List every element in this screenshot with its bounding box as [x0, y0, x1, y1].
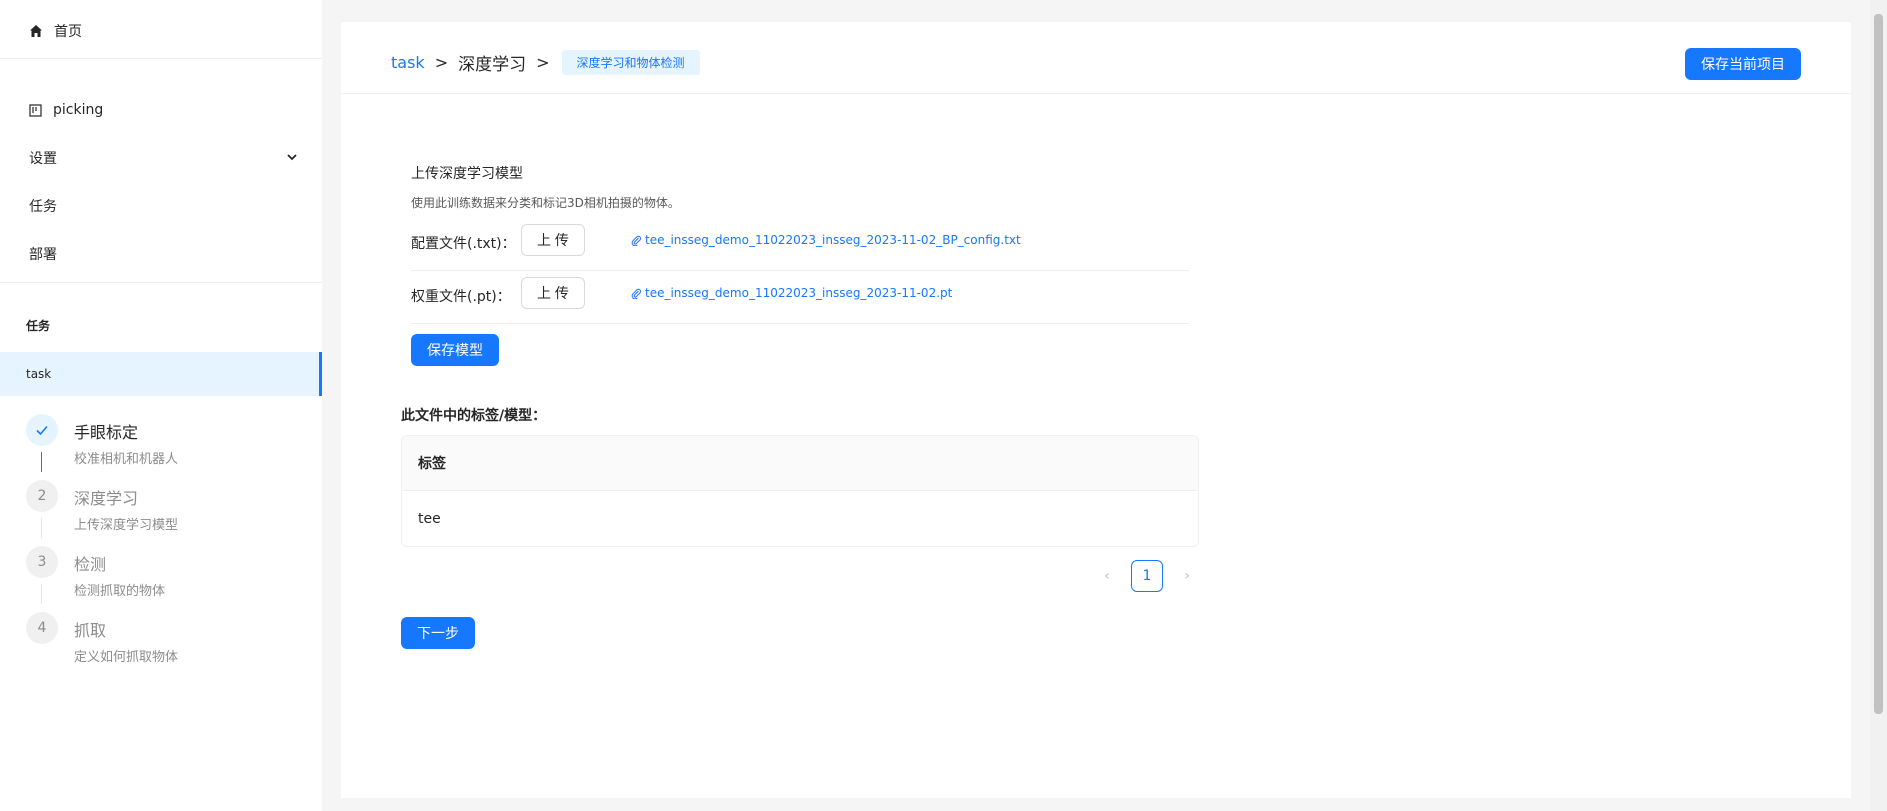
paperclip-icon	[631, 235, 641, 246]
table-header: 标签	[402, 436, 1198, 491]
config-file-label: 配置文件(.txt)：	[411, 236, 516, 252]
sidebar-item-label: 任务	[29, 199, 57, 215]
step-connector	[41, 452, 42, 472]
config-upload-button[interactable]: 上 传	[521, 224, 585, 256]
page-number[interactable]: 1	[1131, 560, 1163, 592]
step-deep-learning[interactable]: 2 深度学习 上传深度学习模型	[26, 480, 286, 546]
page-header: task > 深度学习 > 深度学习和物体检测 保存当前项目	[341, 22, 1851, 94]
step-title: 手眼标定	[74, 423, 139, 442]
config-file-link[interactable]: tee_insseg_demo_11022023_insseg_2023-11-…	[631, 233, 1021, 247]
sidebar-item-label: picking	[53, 102, 104, 118]
sidebar-item-task[interactable]: task	[0, 352, 322, 396]
save-model-button[interactable]: 保存模型	[411, 334, 499, 366]
weight-file-label: 权重文件(.pt)：	[411, 289, 511, 305]
step-desc: 上传深度学习模型	[74, 518, 179, 533]
tags-title: 此文件中的标签/模型：	[401, 408, 547, 424]
breadcrumb-separator: >	[434, 53, 449, 72]
step-title: 抓取	[74, 621, 107, 640]
sidebar-item-picking[interactable]: picking	[0, 86, 322, 134]
paperclip-icon	[631, 288, 641, 299]
breadcrumb-task-link[interactable]: task	[391, 53, 425, 72]
weight-file-row: 权重文件(.pt)： 上 传 tee_insseg_demo_11022023_…	[411, 271, 1189, 324]
step-number: 4	[26, 612, 58, 644]
pagination: ‹ 1 ›	[1091, 560, 1203, 592]
step-desc: 定义如何抓取物体	[74, 650, 179, 665]
weight-file-name: tee_insseg_demo_11022023_insseg_2023-11-…	[645, 286, 953, 300]
upload-model-title: 上传深度学习模型	[411, 166, 523, 182]
sidebar-item-label: 设置	[29, 151, 57, 167]
step-detection[interactable]: 3 检测 检测抓取的物体	[26, 546, 286, 612]
step-title: 检测	[74, 555, 107, 574]
sidebar-item-tasks[interactable]: 任务	[0, 182, 322, 230]
sidebar-item-home[interactable]: 首页	[0, 3, 322, 59]
step-number: 2	[26, 480, 58, 512]
project-icon	[29, 103, 42, 117]
breadcrumb-current: 深度学习	[458, 55, 527, 75]
breadcrumb-separator: >	[536, 53, 550, 72]
scrollbar-thumb[interactable]	[1874, 14, 1883, 714]
main-panel: task > 深度学习 > 深度学习和物体检测 保存当前项目 上传深度学习模型 …	[341, 22, 1851, 798]
tags-table: 标签 tee	[401, 435, 1199, 547]
check-icon	[36, 425, 48, 436]
config-file-row: 配置文件(.txt)： 上 传 tee_insseg_demo_11022023…	[411, 218, 1189, 271]
weight-upload-button[interactable]: 上 传	[521, 277, 585, 309]
table-row: tee	[418, 510, 441, 527]
step-connector	[41, 518, 42, 538]
sidebar-item-label: 首页	[54, 23, 82, 40]
weight-file-link[interactable]: tee_insseg_demo_11022023_insseg_2023-11-…	[631, 286, 952, 300]
prev-page-icon[interactable]: ‹	[1091, 560, 1123, 592]
chevron-down-icon	[287, 154, 297, 161]
next-step-button[interactable]: 下一步	[401, 617, 475, 649]
home-icon	[30, 24, 42, 37]
sidebar-section-title: 任务	[26, 319, 51, 333]
divider	[0, 282, 322, 283]
step-circle	[26, 414, 58, 446]
upload-model-description: 使用此训练数据来分类和标记3D相机拍摄的物体。	[411, 196, 680, 210]
step-desc: 检测抓取的物体	[74, 584, 166, 599]
next-page-icon[interactable]: ›	[1171, 560, 1203, 592]
breadcrumb: task > 深度学习 > 深度学习和物体检测	[391, 50, 700, 75]
sidebar: 首页 picking 设置 任务 部署 任务 task 手眼标定 校准相机和机器…	[0, 0, 322, 811]
save-project-button[interactable]: 保存当前项目	[1685, 48, 1801, 80]
breadcrumb-tag: 深度学习和物体检测	[561, 50, 700, 75]
sidebar-item-deploy[interactable]: 部署	[0, 230, 322, 278]
step-connector	[41, 584, 42, 604]
config-file-name: tee_insseg_demo_11022023_insseg_2023-11-…	[645, 233, 1021, 247]
scrollbar[interactable]	[1870, 0, 1887, 811]
step-title: 深度学习	[74, 489, 139, 508]
sidebar-item-settings[interactable]: 设置	[0, 134, 322, 182]
sidebar-item-label: 部署	[29, 247, 57, 263]
step-hand-eye[interactable]: 手眼标定 校准相机和机器人	[26, 414, 286, 480]
step-grasp[interactable]: 4 抓取 定义如何抓取物体	[26, 612, 286, 678]
step-desc: 校准相机和机器人	[74, 452, 179, 467]
step-number: 3	[26, 546, 58, 578]
